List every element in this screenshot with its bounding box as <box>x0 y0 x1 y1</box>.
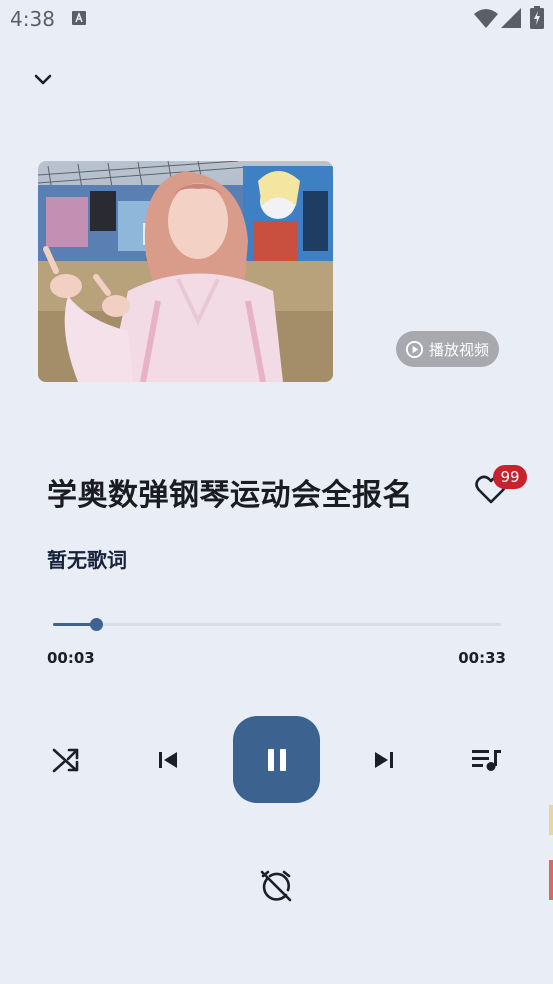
wifi-icon <box>474 9 498 28</box>
album-artwork[interactable] <box>38 161 333 382</box>
progress-thumb[interactable] <box>89 618 103 631</box>
status-bar: 4:38 <box>0 0 553 38</box>
song-title: 学奥数弹钢琴运动会全报名 <box>47 478 413 513</box>
signal-icon <box>501 8 521 28</box>
pause-icon <box>267 748 286 771</box>
progress-slider[interactable] <box>53 618 501 631</box>
time-total: 00:33 <box>458 649 506 667</box>
like-count-badge: 99 <box>493 465 527 489</box>
artwork-image <box>38 161 333 382</box>
playlist-icon <box>472 750 501 771</box>
chevron-down-icon <box>34 74 52 85</box>
keyboard-notification-icon <box>72 11 86 25</box>
skip-previous-icon <box>159 752 177 768</box>
battery-charging-icon <box>530 6 544 29</box>
previous-button[interactable] <box>152 743 184 777</box>
skip-next-icon <box>375 752 393 768</box>
play-video-label: 播放视频 <box>429 340 490 359</box>
edge-decoration <box>549 805 553 835</box>
play-circle-icon <box>405 340 424 358</box>
alarm-off-icon <box>260 870 292 902</box>
collapse-button[interactable] <box>27 66 59 94</box>
status-time: 4:38 <box>10 7 55 31</box>
pause-button[interactable] <box>233 716 320 803</box>
shuffle-icon <box>52 748 79 773</box>
lyrics-text[interactable]: 暂无歌词 <box>47 544 127 573</box>
play-video-button[interactable]: 播放视频 <box>396 331 499 367</box>
playlist-button[interactable] <box>468 743 506 777</box>
music-player-screen: 4:38 播放视频 学奥数弹钢琴运动会全报名 99 暂无歌词 00:03 00:… <box>0 0 553 984</box>
shuffle-button[interactable] <box>47 743 85 777</box>
sleep-timer-button[interactable] <box>257 867 295 905</box>
next-button[interactable] <box>368 743 400 777</box>
edge-decoration <box>549 860 553 900</box>
time-elapsed: 00:03 <box>47 649 95 667</box>
